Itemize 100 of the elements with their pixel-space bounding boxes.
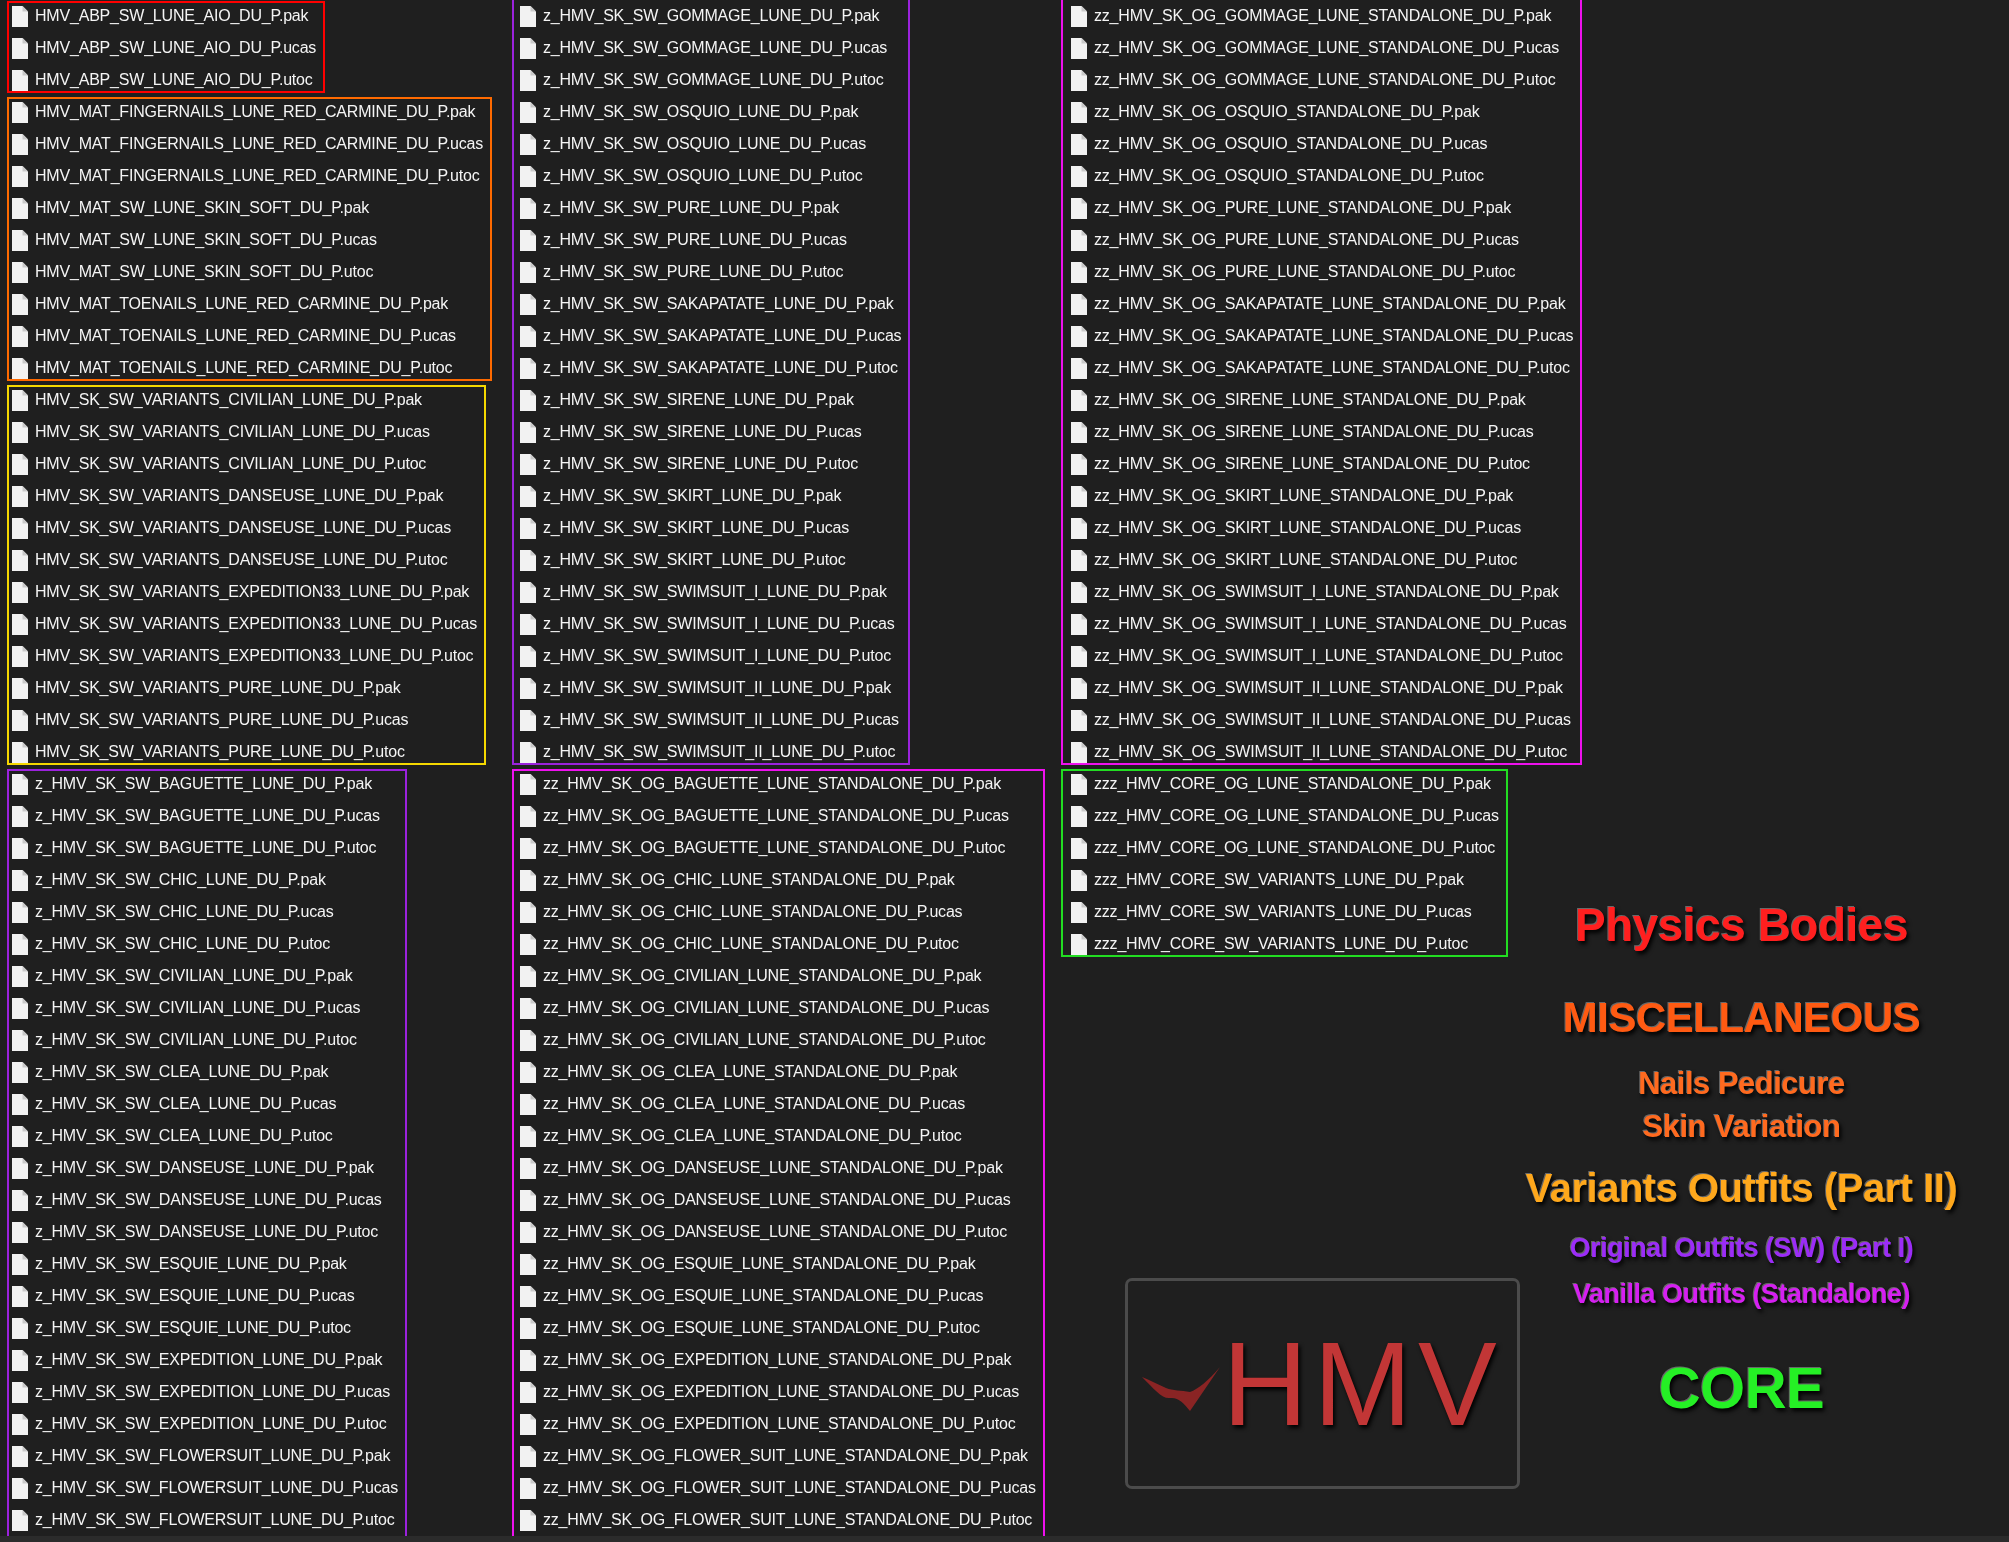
file-item[interactable]: z_HMV_SK_SW_CIVILIAN_LUNE_DU_P.utoc	[12, 1024, 357, 1056]
file-item[interactable]: zz_HMV_SK_OG_CIVILIAN_LUNE_STANDALONE_DU_P.pak	[520, 960, 982, 992]
file-item[interactable]: HMV_SK_SW_VARIANTS_PURE_LUNE_DU_P.ucas	[12, 704, 409, 736]
file-item[interactable]: z_HMV_SK_SW_CIVILIAN_LUNE_DU_P.pak	[12, 960, 353, 992]
file-item[interactable]: HMV_MAT_FINGERNAILS_LUNE_RED_CARMINE_DU_P.pak	[12, 96, 476, 128]
file-item[interactable]: zz_HMV_SK_OG_ESQUIE_LUNE_STANDALONE_DU_P.utoc	[520, 1312, 980, 1344]
file-item[interactable]: zz_HMV_SK_OG_SAKAPATATE_LUNE_STANDALONE_DU_P.ucas	[1071, 320, 1574, 352]
file-item[interactable]: z_HMV_SK_SW_GOMMAGE_LUNE_DU_P.pak	[520, 0, 880, 32]
file-item[interactable]: z_HMV_SK_SW_SIRENE_LUNE_DU_P.utoc	[520, 448, 859, 480]
file-item[interactable]: zz_HMV_SK_OG_SKIRT_LUNE_STANDALONE_DU_P.utoc	[1071, 544, 1518, 576]
file-item[interactable]: zz_HMV_SK_OG_DANSEUSE_LUNE_STANDALONE_DU_P.utoc	[520, 1216, 1007, 1248]
file-item[interactable]: HMV_ABP_SW_LUNE_AIO_DU_P.pak	[12, 0, 309, 32]
file-item[interactable]: z_HMV_SK_SW_PURE_LUNE_DU_P.pak	[520, 192, 840, 224]
file-item[interactable]: zz_HMV_SK_OG_SAKAPATATE_LUNE_STANDALONE_DU_P.pak	[1071, 288, 1566, 320]
file-item[interactable]: zz_HMV_SK_OG_SWIMSUIT_I_LUNE_STANDALONE_DU_P.pak	[1071, 576, 1559, 608]
file-item[interactable]: z_HMV_SK_SW_CLEA_LUNE_DU_P.ucas	[12, 1088, 337, 1120]
file-item[interactable]: z_HMV_SK_SW_CIVILIAN_LUNE_DU_P.ucas	[12, 992, 361, 1024]
file-item[interactable]: HMV_MAT_TOENAILS_LUNE_RED_CARMINE_DU_P.ucas	[12, 320, 456, 352]
file-item[interactable]: zz_HMV_SK_OG_GOMMAGE_LUNE_STANDALONE_DU_P.pak	[1071, 0, 1552, 32]
file-item[interactable]: z_HMV_SK_SW_OSQUIO_LUNE_DU_P.ucas	[520, 128, 866, 160]
file-item[interactable]: zz_HMV_SK_OG_CLEA_LUNE_STANDALONE_DU_P.utoc	[520, 1120, 962, 1152]
file-item[interactable]: z_HMV_SK_SW_CHIC_LUNE_DU_P.pak	[12, 864, 326, 896]
file-item[interactable]: zz_HMV_SK_OG_CHIC_LUNE_STANDALONE_DU_P.pak	[520, 864, 955, 896]
file-item[interactable]: zz_HMV_SK_OG_SWIMSUIT_II_LUNE_STANDALONE_DU_P.ucas	[1071, 704, 1571, 736]
file-item[interactable]: z_HMV_SK_SW_PURE_LUNE_DU_P.utoc	[520, 256, 844, 288]
file-item[interactable]: z_HMV_SK_SW_SWIMSUIT_II_LUNE_DU_P.ucas	[520, 704, 899, 736]
file-item[interactable]: z_HMV_SK_SW_SIRENE_LUNE_DU_P.pak	[520, 384, 854, 416]
file-item[interactable]: HMV_SK_SW_VARIANTS_PURE_LUNE_DU_P.pak	[12, 672, 401, 704]
file-item[interactable]: z_HMV_SK_SW_EXPEDITION_LUNE_DU_P.pak	[12, 1344, 383, 1376]
file-item[interactable]: HMV_MAT_SW_LUNE_SKIN_SOFT_DU_P.pak	[12, 192, 370, 224]
file-item[interactable]: HMV_ABP_SW_LUNE_AIO_DU_P.ucas	[12, 32, 317, 64]
file-item[interactable]: z_HMV_SK_SW_SAKAPATATE_LUNE_DU_P.pak	[520, 288, 894, 320]
file-item[interactable]: zzz_HMV_CORE_OG_LUNE_STANDALONE_DU_P.ucas	[1071, 800, 1499, 832]
file-item[interactable]: HMV_SK_SW_VARIANTS_DANSEUSE_LUNE_DU_P.ucas	[12, 512, 452, 544]
file-item[interactable]: HMV_SK_SW_VARIANTS_EXPEDITION33_LUNE_DU_P.utoc	[12, 640, 474, 672]
file-item[interactable]: zz_HMV_SK_OG_DANSEUSE_LUNE_STANDALONE_DU_P.ucas	[520, 1184, 1011, 1216]
file-item[interactable]: z_HMV_SK_SW_DANSEUSE_LUNE_DU_P.utoc	[12, 1216, 379, 1248]
file-item[interactable]: z_HMV_SK_SW_ESQUIE_LUNE_DU_P.ucas	[12, 1280, 355, 1312]
file-item[interactable]: zz_HMV_SK_OG_FLOWER_SUIT_LUNE_STANDALONE_DU_P.utoc	[520, 1504, 1033, 1536]
file-item[interactable]: z_HMV_SK_SW_CLEA_LUNE_DU_P.pak	[12, 1056, 329, 1088]
file-item[interactable]: z_HMV_SK_SW_FLOWERSUIT_LUNE_DU_P.utoc	[12, 1504, 395, 1536]
file-item[interactable]: HMV_MAT_FINGERNAILS_LUNE_RED_CARMINE_DU_P.ucas	[12, 128, 484, 160]
file-item[interactable]: zz_HMV_SK_OG_OSQUIO_STANDALONE_DU_P.utoc	[1071, 160, 1484, 192]
file-item[interactable]: HMV_MAT_FINGERNAILS_LUNE_RED_CARMINE_DU_P.utoc	[12, 160, 480, 192]
file-item[interactable]: zz_HMV_SK_OG_PURE_LUNE_STANDALONE_DU_P.ucas	[1071, 224, 1519, 256]
file-item[interactable]: zz_HMV_SK_OG_CLEA_LUNE_STANDALONE_DU_P.ucas	[520, 1088, 966, 1120]
file-item[interactable]: z_HMV_SK_SW_CHIC_LUNE_DU_P.ucas	[12, 896, 334, 928]
file-item[interactable]: z_HMV_SK_SW_SWIMSUIT_I_LUNE_DU_P.pak	[520, 576, 887, 608]
file-item[interactable]: zz_HMV_SK_OG_OSQUIO_STANDALONE_DU_P.ucas	[1071, 128, 1488, 160]
file-item[interactable]: HMV_MAT_TOENAILS_LUNE_RED_CARMINE_DU_P.utoc	[12, 352, 453, 384]
file-item[interactable]: HMV_SK_SW_VARIANTS_EXPEDITION33_LUNE_DU_P.ucas	[12, 608, 477, 640]
file-item[interactable]: z_HMV_SK_SW_CLEA_LUNE_DU_P.utoc	[12, 1120, 333, 1152]
file-item[interactable]: z_HMV_SK_SW_SAKAPATATE_LUNE_DU_P.ucas	[520, 320, 902, 352]
file-item[interactable]: zz_HMV_SK_OG_PURE_LUNE_STANDALONE_DU_P.utoc	[1071, 256, 1516, 288]
file-item[interactable]: z_HMV_SK_SW_PURE_LUNE_DU_P.ucas	[520, 224, 847, 256]
file-item[interactable]: z_HMV_SK_SW_BAGUETTE_LUNE_DU_P.pak	[12, 768, 373, 800]
file-item[interactable]: zzz_HMV_CORE_SW_VARIANTS_LUNE_DU_P.utoc	[1071, 928, 1468, 960]
file-item[interactable]: zzz_HMV_CORE_SW_VARIANTS_LUNE_DU_P.ucas	[1071, 896, 1472, 928]
file-item[interactable]: zz_HMV_SK_OG_SKIRT_LUNE_STANDALONE_DU_P.ucas	[1071, 512, 1521, 544]
file-item[interactable]: z_HMV_SK_SW_FLOWERSUIT_LUNE_DU_P.ucas	[12, 1472, 399, 1504]
file-item[interactable]: HMV_ABP_SW_LUNE_AIO_DU_P.utoc	[12, 64, 313, 96]
file-item[interactable]: zz_HMV_SK_OG_EXPEDITION_LUNE_STANDALONE_DU_P.ucas	[520, 1376, 1019, 1408]
file-item[interactable]: zz_HMV_SK_OG_BAGUETTE_LUNE_STANDALONE_DU_P.pak	[520, 768, 1001, 800]
file-item[interactable]: HMV_SK_SW_VARIANTS_EXPEDITION33_LUNE_DU_P.pak	[12, 576, 470, 608]
file-item[interactable]: zz_HMV_SK_OG_CHIC_LUNE_STANDALONE_DU_P.utoc	[520, 928, 959, 960]
file-item[interactable]: zz_HMV_SK_OG_DANSEUSE_LUNE_STANDALONE_DU_P.pak	[520, 1152, 1003, 1184]
file-item[interactable]: zz_HMV_SK_OG_ESQUIE_LUNE_STANDALONE_DU_P.ucas	[520, 1280, 984, 1312]
file-item[interactable]: HMV_SK_SW_VARIANTS_DANSEUSE_LUNE_DU_P.pak	[12, 480, 444, 512]
file-item[interactable]: z_HMV_SK_SW_GOMMAGE_LUNE_DU_P.ucas	[520, 32, 888, 64]
file-item[interactable]: zz_HMV_SK_OG_SIRENE_LUNE_STANDALONE_DU_P.ucas	[1071, 416, 1534, 448]
file-item[interactable]: z_HMV_SK_SW_SAKAPATATE_LUNE_DU_P.utoc	[520, 352, 898, 384]
file-item[interactable]: zz_HMV_SK_OG_BAGUETTE_LUNE_STANDALONE_DU_P.ucas	[520, 800, 1009, 832]
file-item[interactable]: zz_HMV_SK_OG_SIRENE_LUNE_STANDALONE_DU_P.utoc	[1071, 448, 1530, 480]
file-item[interactable]: zz_HMV_SK_OG_CHIC_LUNE_STANDALONE_DU_P.ucas	[520, 896, 963, 928]
file-item[interactable]: zz_HMV_SK_OG_CIVILIAN_LUNE_STANDALONE_DU_P.ucas	[520, 992, 990, 1024]
file-item[interactable]: zz_HMV_SK_OG_EXPEDITION_LUNE_STANDALONE_DU_P.utoc	[520, 1408, 1016, 1440]
file-item[interactable]: z_HMV_SK_SW_SWIMSUIT_I_LUNE_DU_P.utoc	[520, 640, 891, 672]
file-item[interactable]: z_HMV_SK_SW_DANSEUSE_LUNE_DU_P.pak	[12, 1152, 374, 1184]
file-item[interactable]: z_HMV_SK_SW_ESQUIE_LUNE_DU_P.pak	[12, 1248, 347, 1280]
file-item[interactable]: zz_HMV_SK_OG_OSQUIO_STANDALONE_DU_P.pak	[1071, 96, 1480, 128]
file-item[interactable]: zz_HMV_SK_OG_FLOWER_SUIT_LUNE_STANDALONE_DU_P.pak	[520, 1440, 1028, 1472]
file-item[interactable]: zz_HMV_SK_OG_ESQUIE_LUNE_STANDALONE_DU_P.pak	[520, 1248, 976, 1280]
file-item[interactable]: HMV_SK_SW_VARIANTS_PURE_LUNE_DU_P.utoc	[12, 736, 405, 768]
file-item[interactable]: z_HMV_SK_SW_SKIRT_LUNE_DU_P.utoc	[520, 544, 846, 576]
file-item[interactable]: z_HMV_SK_SW_BAGUETTE_LUNE_DU_P.utoc	[12, 832, 377, 864]
file-item[interactable]: z_HMV_SK_SW_DANSEUSE_LUNE_DU_P.ucas	[12, 1184, 382, 1216]
file-item[interactable]: zz_HMV_SK_OG_BAGUETTE_LUNE_STANDALONE_DU_P.utoc	[520, 832, 1006, 864]
file-item[interactable]: HMV_SK_SW_VARIANTS_CIVILIAN_LUNE_DU_P.ucas	[12, 416, 430, 448]
file-item[interactable]: z_HMV_SK_SW_EXPEDITION_LUNE_DU_P.ucas	[12, 1376, 391, 1408]
file-item[interactable]: zz_HMV_SK_OG_EXPEDITION_LUNE_STANDALONE_DU_P.pak	[520, 1344, 1012, 1376]
file-item[interactable]: z_HMV_SK_SW_SIRENE_LUNE_DU_P.ucas	[520, 416, 862, 448]
file-item[interactable]: z_HMV_SK_SW_EXPEDITION_LUNE_DU_P.utoc	[12, 1408, 387, 1440]
file-item[interactable]: z_HMV_SK_SW_SWIMSUIT_I_LUNE_DU_P.ucas	[520, 608, 895, 640]
file-item[interactable]: HMV_SK_SW_VARIANTS_DANSEUSE_LUNE_DU_P.utoc	[12, 544, 448, 576]
file-item[interactable]: zz_HMV_SK_OG_SWIMSUIT_II_LUNE_STANDALONE_DU_P.pak	[1071, 672, 1563, 704]
file-item[interactable]: zz_HMV_SK_OG_GOMMAGE_LUNE_STANDALONE_DU_P.utoc	[1071, 64, 1556, 96]
file-item[interactable]: z_HMV_SK_SW_ESQUIE_LUNE_DU_P.utoc	[12, 1312, 351, 1344]
file-item[interactable]: z_HMV_SK_SW_BAGUETTE_LUNE_DU_P.ucas	[12, 800, 380, 832]
file-item[interactable]: zz_HMV_SK_OG_GOMMAGE_LUNE_STANDALONE_DU_P.ucas	[1071, 32, 1560, 64]
file-item[interactable]: zz_HMV_SK_OG_SAKAPATATE_LUNE_STANDALONE_DU_P.utoc	[1071, 352, 1570, 384]
